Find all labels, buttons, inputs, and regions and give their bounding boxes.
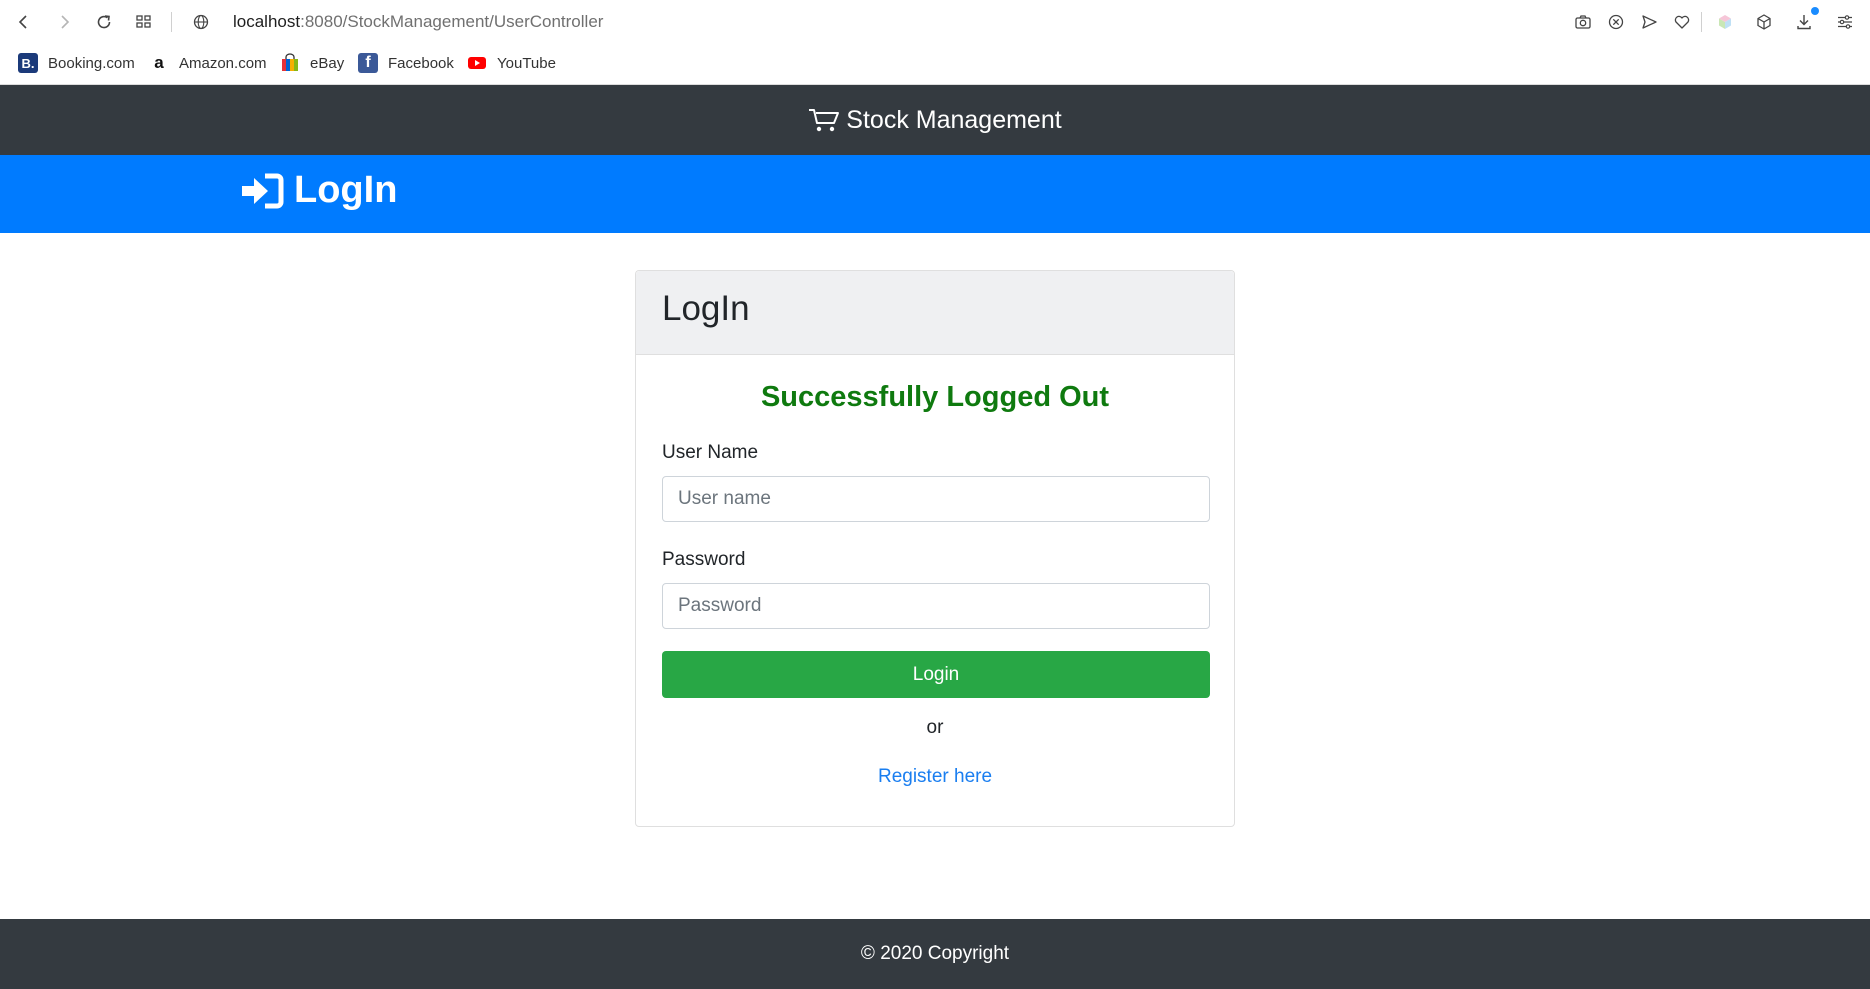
url-path: :8080/StockManagement/UserController bbox=[300, 12, 604, 31]
card-title: LogIn bbox=[662, 289, 750, 328]
back-icon[interactable] bbox=[12, 10, 36, 34]
bookmark-facebook[interactable]: f Facebook bbox=[358, 52, 454, 74]
navbar-brand[interactable]: Stock Management bbox=[808, 105, 1062, 135]
facebook-icon: f bbox=[358, 53, 378, 73]
tabs-grid-icon[interactable] bbox=[132, 10, 156, 34]
camera-icon[interactable] bbox=[1571, 10, 1595, 34]
bookmarks-bar: B. Booking.com a Amazon.com eBay f Faceb… bbox=[0, 50, 1870, 76]
reload-icon[interactable] bbox=[92, 10, 116, 34]
login-card: LogIn Successfully Logged Out User Name … bbox=[635, 270, 1235, 827]
heart-icon[interactable] bbox=[1670, 10, 1694, 34]
cart-icon bbox=[809, 109, 840, 132]
or-separator: or bbox=[926, 717, 944, 738]
toolbar-divider bbox=[171, 12, 172, 32]
brand-text: Stock Management bbox=[846, 105, 1062, 134]
bookmark-ebay[interactable]: eBay bbox=[280, 52, 344, 74]
bookmark-label: eBay bbox=[310, 54, 345, 72]
login-button[interactable]: Login bbox=[662, 651, 1210, 698]
bookmark-label: Booking.com bbox=[48, 54, 135, 72]
password-input[interactable] bbox=[662, 583, 1210, 629]
adblock-icon[interactable] bbox=[1604, 10, 1628, 34]
youtube-icon bbox=[467, 53, 487, 73]
logout-success-message: Successfully Logged Out bbox=[760, 381, 1110, 413]
download-icon[interactable] bbox=[1792, 7, 1819, 34]
amazon-icon: a bbox=[154, 53, 164, 72]
bookmark-label: Amazon.com bbox=[179, 54, 267, 72]
bookmark-booking[interactable]: B. Booking.com bbox=[18, 52, 135, 74]
footer: © 2020 Copyright bbox=[0, 919, 1870, 989]
extensions-cube-icon[interactable] bbox=[1752, 10, 1776, 34]
browser-toolbar: localhost:8080/StockManagement/UserContr… bbox=[0, 0, 1870, 44]
bookmark-label: YouTube bbox=[497, 54, 556, 72]
browser-chrome: localhost:8080/StockManagement/UserContr… bbox=[0, 0, 1870, 85]
wallet-cube-icon[interactable] bbox=[1713, 10, 1737, 34]
url-host: localhost bbox=[233, 12, 301, 31]
sign-in-icon bbox=[242, 173, 284, 208]
bookmark-youtube[interactable]: YouTube bbox=[467, 52, 556, 74]
forward-icon[interactable] bbox=[52, 10, 76, 34]
settings-sliders-icon[interactable] bbox=[1833, 10, 1857, 34]
register-link[interactable]: Register here bbox=[636, 766, 1234, 788]
password-label: Password bbox=[662, 549, 746, 570]
ebay-icon bbox=[280, 53, 300, 73]
page-title-text: LogIn bbox=[294, 169, 398, 211]
bookmark-amazon[interactable]: a Amazon.com bbox=[149, 52, 267, 74]
download-badge bbox=[1811, 7, 1819, 15]
copyright-text: © 2020 Copyright bbox=[860, 943, 1010, 964]
globe-icon bbox=[189, 10, 213, 34]
address-bar[interactable]: localhost:8080/StockManagement/UserContr… bbox=[233, 11, 603, 33]
top-navbar: Stock Management bbox=[0, 85, 1870, 155]
page-header: LogIn bbox=[0, 155, 1870, 233]
send-icon[interactable] bbox=[1637, 10, 1661, 34]
toolbar-divider bbox=[1701, 12, 1702, 32]
bookmark-label: Facebook bbox=[388, 54, 454, 72]
page-title: LogIn bbox=[240, 169, 397, 212]
card-header: LogIn bbox=[636, 271, 1234, 355]
username-label: User Name bbox=[662, 442, 759, 463]
username-input[interactable] bbox=[662, 476, 1210, 522]
booking-icon: B. bbox=[18, 53, 38, 73]
